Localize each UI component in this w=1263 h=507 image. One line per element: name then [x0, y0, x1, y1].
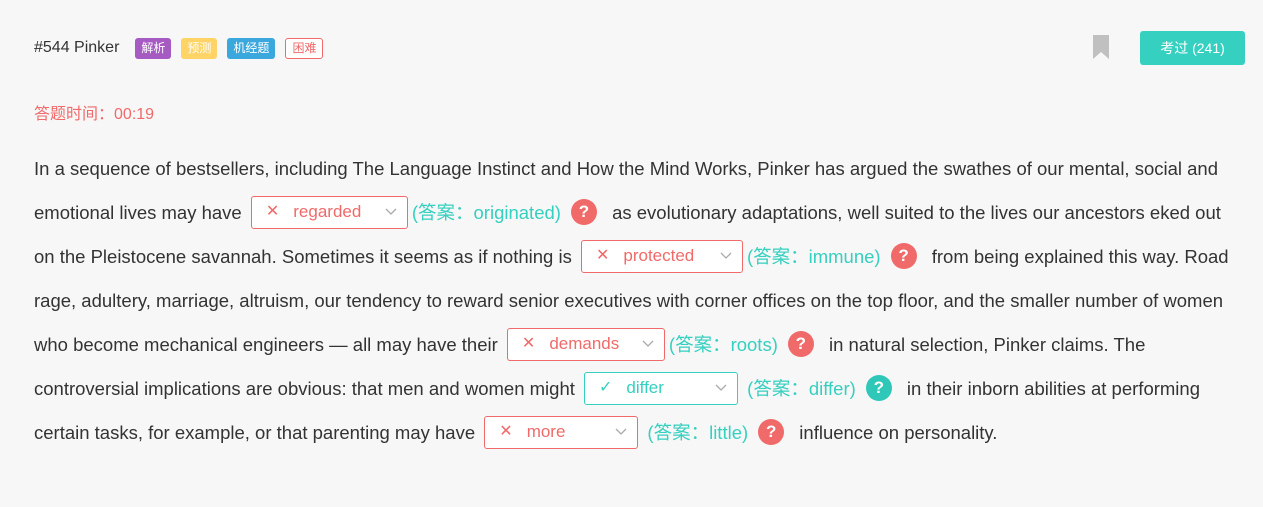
- question-header: #544 Pinker 解析 预测 机经题 困难: [34, 35, 333, 61]
- question-title: #544 Pinker: [34, 39, 120, 56]
- tag-difficulty: 困难: [285, 37, 324, 59]
- blank-selected-value: protected: [623, 246, 695, 266]
- chevron-down-icon: [615, 428, 627, 436]
- help-icon[interactable]: ?: [758, 419, 785, 446]
- help-icon[interactable]: ?: [570, 199, 597, 226]
- answer-text: (答案：little): [647, 422, 749, 443]
- answer-timer: 答题时间：00:19: [34, 100, 154, 124]
- blank-select-5[interactable]: ✕ more: [484, 415, 639, 449]
- check-icon: ✓: [599, 379, 613, 397]
- answer-text: (答案：originated): [411, 202, 561, 223]
- passage-text: influence on personality.: [799, 422, 998, 443]
- blank-select-1[interactable]: ✕ regarded: [250, 195, 408, 229]
- x-icon: ✕: [499, 423, 513, 441]
- answer-text: (答案：roots): [668, 334, 778, 355]
- answer-text: (答案：immune): [746, 246, 881, 267]
- blank-selected-value: regarded: [293, 202, 362, 222]
- blank-selected-value: more: [526, 422, 566, 442]
- blank-selected-value: differ: [626, 378, 664, 398]
- blank-select-4[interactable]: ✓ differ: [584, 371, 739, 405]
- blank-select-3[interactable]: ✕ demands: [506, 327, 665, 361]
- bookmark-icon[interactable]: [1093, 35, 1109, 59]
- chevron-down-icon: [642, 340, 654, 348]
- blank-selected-value: demands: [549, 334, 620, 354]
- tag-prediction: 预测: [181, 37, 218, 59]
- help-icon[interactable]: ?: [890, 243, 917, 270]
- blank-select-2[interactable]: ✕ protected: [580, 239, 743, 273]
- help-icon[interactable]: ?: [787, 331, 814, 358]
- tag-machine-question: 机经题: [227, 37, 276, 59]
- answer-text: (答案：differ): [747, 378, 856, 399]
- x-icon: ✕: [595, 247, 610, 265]
- exam-count-button[interactable]: 考过 (241): [1140, 31, 1245, 65]
- timer-value: 00:19: [114, 106, 155, 123]
- timer-label: 答题时间：: [34, 106, 115, 123]
- chevron-down-icon: [385, 208, 397, 216]
- tag-analysis[interactable]: 解析: [135, 37, 172, 59]
- chevron-down-icon: [715, 384, 727, 392]
- passage: In a sequence of bestsellers, including …: [34, 147, 1244, 455]
- x-icon: ✕: [521, 335, 536, 353]
- x-icon: ✕: [265, 203, 280, 221]
- chevron-down-icon: [720, 252, 732, 260]
- help-icon[interactable]: ?: [865, 375, 892, 402]
